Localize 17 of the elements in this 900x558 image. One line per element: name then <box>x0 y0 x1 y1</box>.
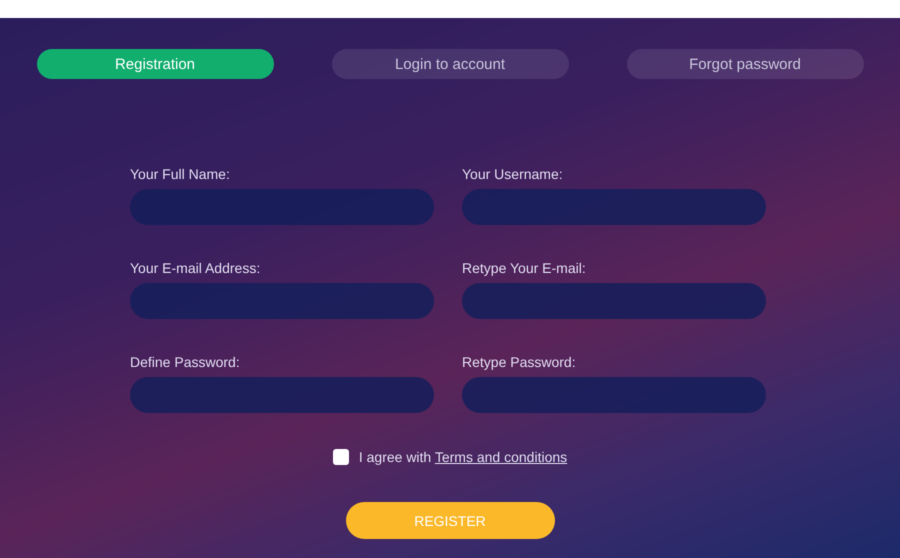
field-label: Define Password: <box>130 354 241 370</box>
field-label: Your E-mail Address: <box>130 260 262 276</box>
input-field[interactable] <box>130 283 434 319</box>
field-label: Retype Password: <box>462 354 577 370</box>
input-field[interactable] <box>130 189 434 225</box>
field-label: Your Username: <box>462 166 564 182</box>
checkbox[interactable] <box>332 449 349 465</box>
tab[interactable]: Login to account <box>332 49 568 79</box>
agreement-text: I agree with Terms and conditions <box>358 449 568 465</box>
input-field[interactable] <box>462 283 766 319</box>
input-field[interactable] <box>130 377 434 413</box>
field-label: Your Full Name: <box>130 166 231 182</box>
tab[interactable]: Forgot password <box>626 49 864 79</box>
input-field[interactable] <box>462 189 766 225</box>
input-field[interactable] <box>462 377 766 413</box>
field-label: Retype Your E-mail: <box>462 260 587 276</box>
terms-link[interactable]: Terms and conditions <box>434 449 568 465</box>
